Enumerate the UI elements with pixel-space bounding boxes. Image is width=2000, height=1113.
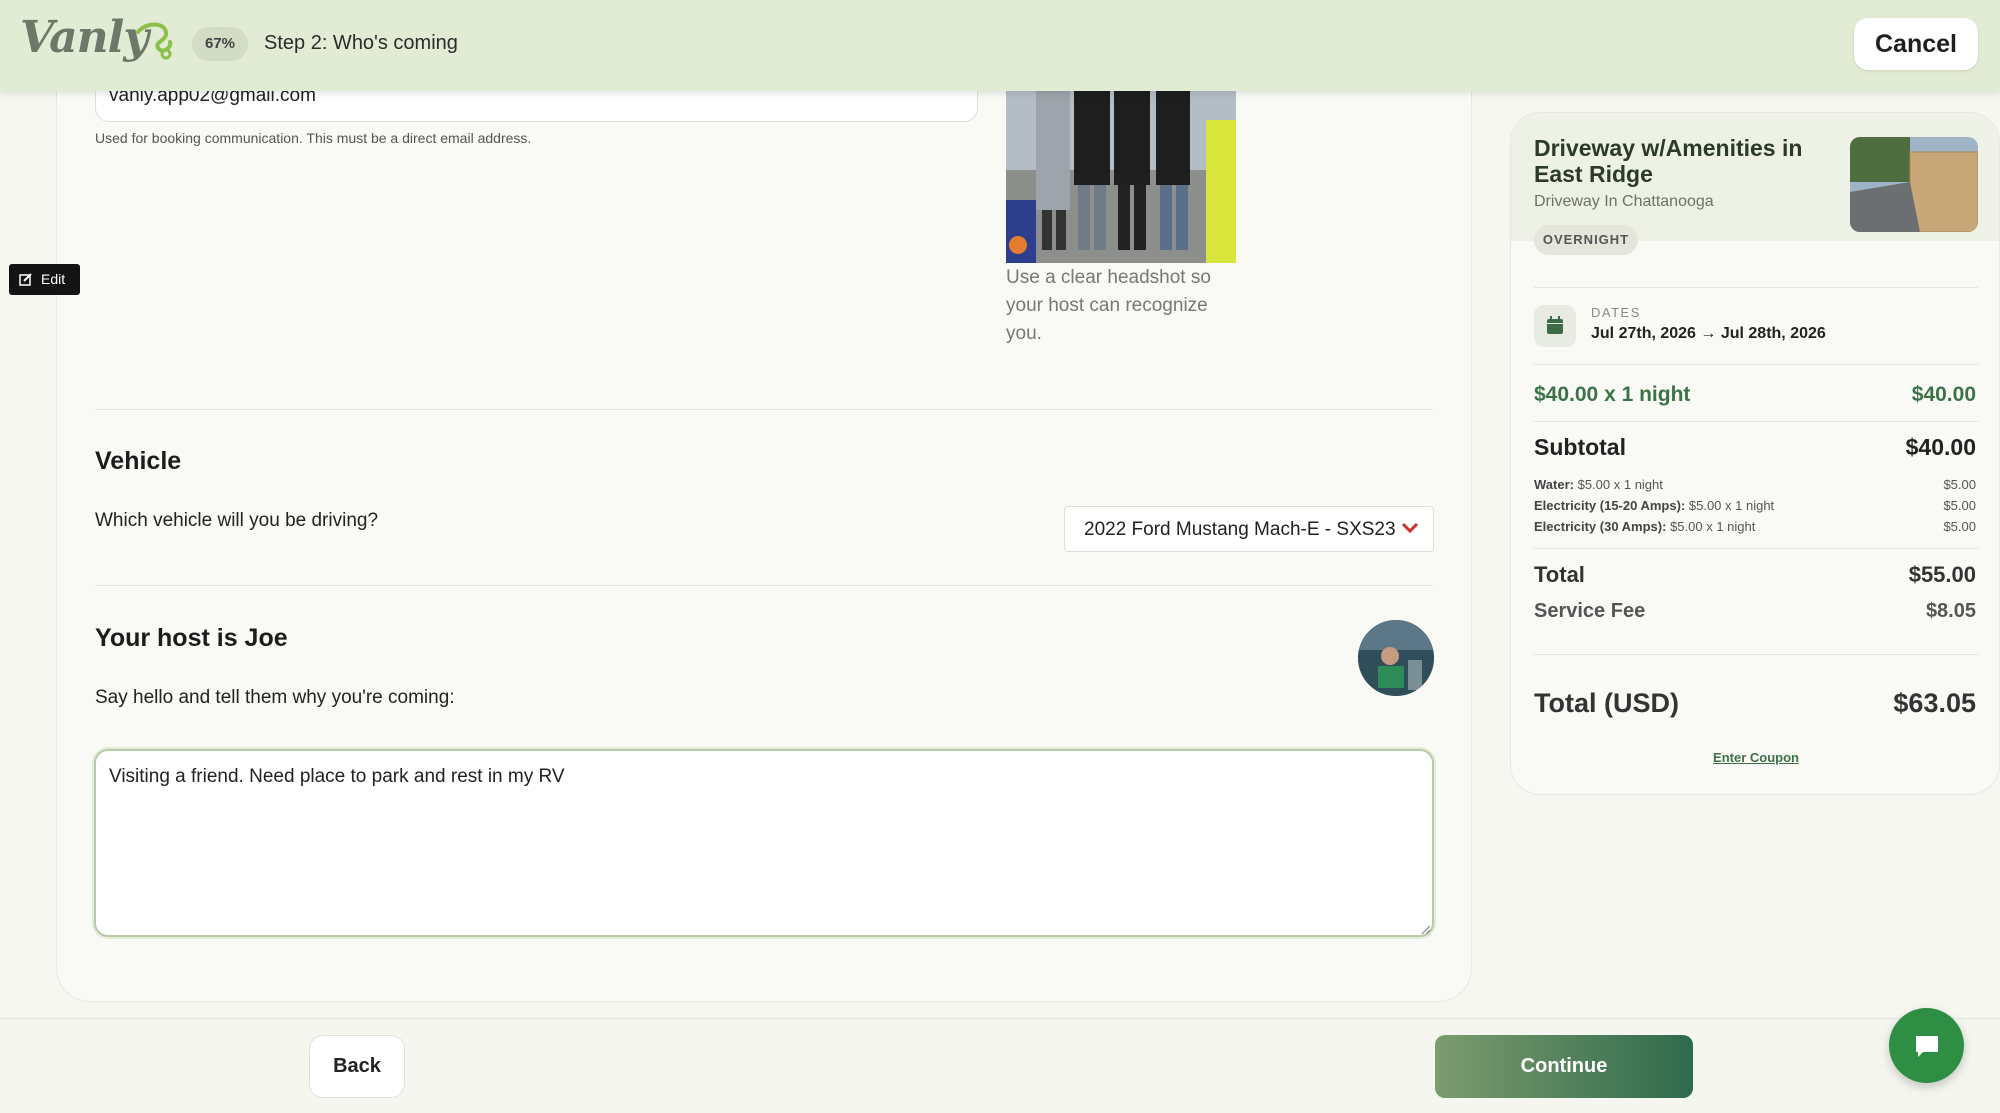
fee-row: Electricity (30 Amps): $5.00 x 1 night	[1534, 519, 1756, 534]
calendar-icon	[1547, 316, 1563, 334]
overnight-badge: OVERNIGHT	[1534, 225, 1638, 255]
vehicle-select[interactable]: 2022 Ford Mustang Mach-E - SXS23	[1064, 506, 1434, 552]
fee-row: Water: $5.00 x 1 night	[1534, 477, 1663, 492]
service-fee-value: $8.05	[1925, 600, 1976, 622]
profile-photo[interactable]	[1006, 80, 1236, 263]
host-avatar	[1358, 620, 1434, 696]
fee-value: $5.00	[1943, 519, 1976, 534]
listing-subtitle: Driveway In Chattanooga	[1534, 193, 1714, 210]
top-bar: Vanly 67% Step 2: Who's coming Cancel	[0, 0, 2000, 91]
subtotal-value: $40.00	[1905, 434, 1976, 460]
listing-title: Driveway w/Amenities in East Ridge	[1534, 135, 1803, 187]
edit-icon	[19, 273, 32, 286]
host-section-title: Your host is Joe	[95, 624, 288, 652]
edit-button[interactable]: Edit	[9, 264, 80, 295]
nightly-rate-value: $40.00	[1911, 383, 1976, 406]
dates-label: DATES	[1591, 305, 1641, 320]
fee-value: $5.00	[1943, 498, 1976, 513]
chevron-down-icon	[1401, 522, 1419, 534]
nightly-rate-label: $40.00 x 1 night	[1534, 383, 1691, 406]
chat-button[interactable]	[1889, 1008, 1964, 1083]
calendar-badge	[1534, 305, 1576, 347]
dates-value: Jul 27th, 2026 → Jul 28th, 2026	[1591, 325, 1826, 342]
summary-divider	[1534, 287, 1978, 288]
progress-badge: 67%	[192, 27, 248, 61]
summary-divider	[1534, 654, 1978, 655]
vanly-logo[interactable]: Vanly	[20, 12, 173, 72]
summary-divider	[1534, 364, 1978, 365]
back-button[interactable]: Back	[309, 1035, 405, 1098]
vehicle-select-value: 2022 Ford Mustang Mach-E - SXS23	[1084, 519, 1396, 540]
summary-divider	[1534, 421, 1978, 422]
enter-coupon-link[interactable]: Enter Coupon	[1511, 750, 1999, 765]
continue-button[interactable]: Continue	[1435, 1035, 1693, 1098]
listing-image	[1850, 137, 1978, 232]
logo-text: Vanly	[20, 12, 149, 63]
host-message-textarea[interactable]: Visiting a friend. Need place to park an…	[94, 749, 1434, 937]
section-divider	[95, 585, 1433, 586]
vehicle-section-title: Vehicle	[95, 447, 182, 475]
cancel-button[interactable]: Cancel	[1854, 18, 1978, 70]
edit-label: Edit	[41, 271, 66, 287]
resize-grip-icon[interactable]	[1421, 925, 1431, 935]
fee-row: Electricity (15-20 Amps): $5.00 x 1 nigh…	[1534, 498, 1775, 513]
email-help-text: Used for booking communication. This mus…	[95, 130, 532, 146]
fee-value: $5.00	[1943, 477, 1976, 492]
subtotal-label: Subtotal	[1534, 434, 1626, 460]
grand-total-label: Total (USD)	[1534, 688, 1679, 718]
host-prompt: Say hello and tell them why you're comin…	[95, 687, 455, 708]
service-fee-label: Service Fee	[1534, 600, 1646, 622]
vehicle-question: Which vehicle will you be driving?	[95, 510, 379, 531]
grand-total-value: $63.05	[1893, 688, 1976, 718]
booking-summary-card: Driveway w/Amenities in East Ridge Drive…	[1510, 112, 2000, 795]
photo-help-text: Use a clear headshot so your host can re…	[1006, 267, 1211, 344]
total-value: $55.00	[1908, 562, 1976, 587]
total-label: Total	[1534, 562, 1585, 587]
logo-swirl-icon	[136, 22, 173, 60]
summary-divider	[1534, 548, 1978, 549]
chat-icon	[1916, 1036, 1938, 1057]
step-title: Step 2: Who's coming	[264, 32, 458, 54]
bottom-bar	[0, 1018, 2000, 1113]
section-divider	[95, 409, 1433, 410]
